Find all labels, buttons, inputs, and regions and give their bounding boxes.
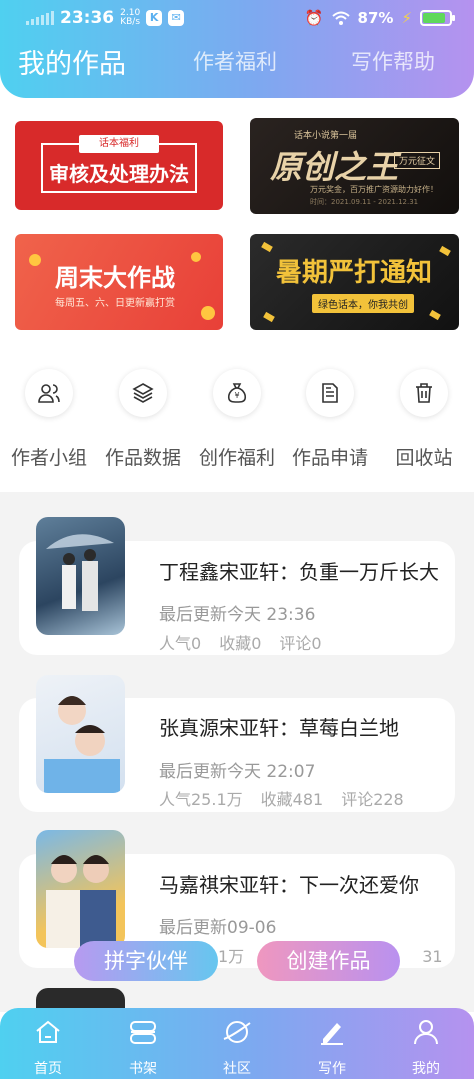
- banner-audit-tag: 话本福利: [79, 135, 159, 153]
- work-popularity: 人气0: [159, 634, 202, 653]
- bookshelf-icon: [130, 1021, 156, 1044]
- nav-bookshelf[interactable]: 书架: [113, 1016, 173, 1078]
- action-label: 创作福利: [198, 447, 275, 469]
- tab-writing-help[interactable]: 写作帮助: [351, 46, 435, 76]
- work-title[interactable]: 马嘉祺宋亚轩：下一次还爱你: [159, 869, 419, 898]
- work-cover-image[interactable]: [36, 517, 125, 635]
- home-icon: [36, 1020, 60, 1043]
- work-updated: 最后更新今天 23:36: [159, 605, 316, 625]
- cover-figures-image: [46, 855, 116, 948]
- header: 23:36 2.10 KB/s K ✉ ⏰ 87% ⚡ 我的作品 作者福利 写作…: [0, 0, 474, 98]
- banner-summer-title: 暑期严打通知: [276, 258, 433, 288]
- charging-icon: ⚡: [401, 9, 412, 27]
- banner-original-line1: 万元奖金，百万推广资源助力好作！: [310, 185, 438, 194]
- banner-weekend-title: 周末大作战: [55, 264, 175, 292]
- status-bar: 23:36 2.10 KB/s K ✉ ⏰ 87% ⚡: [0, 0, 474, 38]
- status-time: 23:36: [60, 8, 115, 28]
- nav-label: 书架: [129, 1061, 157, 1077]
- partner-button[interactable]: 拼字伙伴: [74, 941, 218, 981]
- banner-original-king[interactable]: 话本小说第一届 原创之王 万元征文 万元奖金，百万推广资源助力好作！ 时间：20…: [250, 118, 459, 214]
- coin-icon: [201, 306, 215, 320]
- work-comments: 评论228: [341, 790, 404, 809]
- work-comments: 31: [422, 947, 443, 966]
- svg-text:¥: ¥: [234, 391, 239, 400]
- work-favorites: 收藏481: [260, 790, 324, 809]
- money-bag-icon: ¥: [227, 383, 247, 403]
- user-icon: [414, 1020, 438, 1045]
- banner-weekend-battle[interactable]: 周末大作战 每周五、六、日更新赢打赏: [15, 234, 223, 330]
- work-cover-image[interactable]: [36, 830, 125, 948]
- pen-icon: [321, 1023, 343, 1045]
- nav-mine[interactable]: 我的: [396, 1016, 456, 1078]
- header-tabs: 我的作品 作者福利 写作帮助: [0, 46, 474, 86]
- work-cover-image[interactable]: [36, 675, 125, 793]
- nav-write[interactable]: 写作: [302, 1016, 362, 1078]
- banner-original-tag: 万元征文: [394, 152, 441, 169]
- banner-weekend-subtitle: 每周五、六、日更新赢打赏: [55, 298, 175, 309]
- battery-icon: [420, 10, 455, 26]
- action-recycle-bin[interactable]: 回收站: [378, 368, 470, 470]
- k-app-icon: K: [146, 10, 163, 26]
- banner-audit-title: 审核及处理办法: [49, 162, 189, 186]
- layers-icon: [132, 383, 154, 403]
- action-creation-benefits[interactable]: ¥ 创作福利: [191, 368, 283, 470]
- work-updated: 最后更新09-06: [159, 918, 277, 938]
- action-label: 作者小组: [10, 447, 87, 469]
- work-popularity: 人气25.1万: [159, 790, 243, 809]
- cover-figures-image: [46, 534, 114, 611]
- action-label: 作品申请: [291, 447, 368, 469]
- work-comments: 评论0: [279, 634, 322, 653]
- nav-home[interactable]: 首页: [18, 1016, 78, 1078]
- document-icon: [322, 383, 338, 403]
- cover-figures-image: [44, 696, 120, 793]
- tab-my-works[interactable]: 我的作品: [18, 42, 126, 81]
- nav-label: 我的: [412, 1061, 440, 1077]
- work-favorites: 收藏0: [219, 634, 262, 653]
- work-title[interactable]: 张真源宋亚轩：草莓白兰地: [159, 712, 399, 741]
- network-speed: 2.10 KB/s: [120, 8, 141, 27]
- work-updated: 最后更新今天 22:07: [159, 762, 316, 782]
- people-icon: [38, 384, 60, 403]
- nav-label: 写作: [318, 1061, 346, 1077]
- tab-author-benefits[interactable]: 作者福利: [193, 46, 277, 76]
- coin-icon: [191, 252, 201, 262]
- banner-summer-tag: 绿色话本，你我共创: [312, 294, 414, 313]
- action-author-group[interactable]: 作者小组: [3, 368, 95, 470]
- trash-icon: [416, 383, 432, 403]
- battery-percent: 87%: [357, 9, 394, 27]
- alarm-icon: ⏰: [304, 9, 324, 27]
- banner-original-line2: 时间：2021.09.11 - 2021.12.31: [310, 198, 419, 206]
- signal-icon: [26, 11, 54, 25]
- action-work-data[interactable]: 作品数据: [97, 368, 189, 470]
- action-label: 回收站: [395, 447, 453, 469]
- banner-audit-rules[interactable]: 话本福利 审核及处理办法: [15, 121, 223, 210]
- create-work-button[interactable]: 创建作品: [257, 941, 400, 981]
- nav-label: 首页: [34, 1061, 62, 1077]
- nav-label: 社区: [223, 1061, 251, 1077]
- planet-icon: [223, 1021, 251, 1043]
- work-stats: 人气0 收藏0 评论0: [159, 630, 340, 654]
- bottom-nav: 首页 书架 社区 写作 我的: [0, 1008, 474, 1079]
- wifi-icon: [331, 11, 350, 25]
- banner-original-small: 话本小说第一届: [294, 131, 358, 141]
- banner-original-title: 原创之王: [270, 148, 399, 186]
- banner-summer-notice[interactable]: 暑期严打通知 绿色话本，你我共创: [250, 234, 459, 330]
- action-work-application[interactable]: 作品申请: [284, 368, 376, 470]
- work-popularity: 1万: [218, 947, 245, 966]
- action-label: 作品数据: [104, 447, 181, 469]
- coin-icon: [29, 254, 41, 266]
- nav-community[interactable]: 社区: [207, 1016, 267, 1078]
- work-title[interactable]: 丁程鑫宋亚轩：负重一万斤长大: [159, 556, 439, 585]
- quick-actions: 作者小组 作品数据 ¥ 创作福利 作品申请 回收站: [0, 368, 474, 470]
- work-stats: 人气25.1万 收藏481 评论228: [159, 786, 422, 810]
- mail-app-icon: ✉: [168, 10, 185, 26]
